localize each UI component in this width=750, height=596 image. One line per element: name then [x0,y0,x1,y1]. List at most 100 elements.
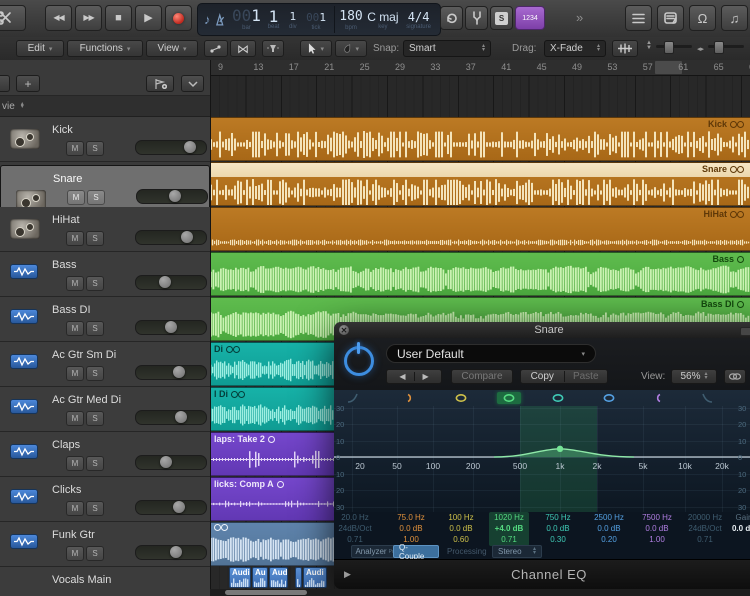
volume-slider[interactable] [135,545,207,560]
volume-slider[interactable] [135,140,207,155]
eq-band-3-freq[interactable]: 100 Hz [437,512,485,523]
processing-select[interactable]: Stereo ▴ ▾ [492,545,542,558]
region-bass[interactable]: Bass [210,252,750,296]
volume-knob[interactable] [173,366,186,378]
eq-band-7-freq[interactable]: 7500 Hz [633,512,681,523]
volume-slider[interactable] [135,230,207,245]
lcd-beat-field[interactable]: 1 beat [263,4,284,35]
volume-slider[interactable] [135,365,207,380]
play-button[interactable]: ▶ [135,5,162,31]
eq-band-6-gain[interactable]: 0.0 dB [585,523,633,534]
eq-master-gain-value[interactable]: 0.0 dB [720,523,750,534]
catch-filter-button[interactable] [262,40,284,57]
eq-band-4-freq[interactable]: 1020 Hz [485,512,533,523]
preset-select[interactable]: User Default ▾ [386,344,596,363]
volume-slider[interactable] [135,275,207,290]
eq-band-6-params[interactable]: 2500 Hz 0.0 dB 0.20 [585,512,633,545]
mute-button[interactable]: M [66,231,84,246]
eq-band-7-q[interactable]: 1.00 [633,534,681,545]
track-header-hihat[interactable]: HiHat M S [0,207,210,252]
media-browser-button[interactable]: ♫ [721,5,748,31]
cycle-button[interactable] [440,6,463,30]
audio-clip[interactable]: Audi [229,567,251,588]
lcd-div-field[interactable]: 1 div [284,4,301,35]
track-header-bass-di[interactable]: Bass DI M S [0,297,210,342]
volume-knob[interactable] [158,276,171,288]
vertical-zoom-arrows-icon[interactable]: ▲ ▼ [643,40,655,55]
eq-band-2-gain[interactable]: 0.0 dB [387,523,435,534]
audio-clip[interactable]: Au [252,567,268,588]
note-pads-button[interactable] [657,5,684,31]
eq-band-7-params[interactable]: 7500 Hz 0.0 dB 1.00 [633,512,681,545]
volume-knob[interactable] [165,321,177,333]
record-button[interactable] [165,5,192,31]
mute-button[interactable]: M [66,276,84,291]
automation-button[interactable] [204,40,228,57]
audio-clip[interactable]: Audi [303,567,327,588]
tuner-button[interactable] [465,6,488,30]
volume-slider[interactable] [136,189,208,204]
cut-tool-button[interactable] [0,5,26,31]
track-header-snare[interactable]: Snare M S [0,165,210,210]
solo-button[interactable]: S [86,321,104,336]
q-couple-button[interactable]: Q-Couple [393,543,439,561]
solo-button[interactable]: S [86,411,104,426]
eq-master-gain-params[interactable]: Gain0.0 dB [720,512,750,534]
plugin-title-bar[interactable]: ✕ Snare [334,322,750,339]
snap-select[interactable]: Smart ▴ ▾ [403,40,491,57]
region-kick[interactable]: Kick [210,117,750,161]
solo-button[interactable]: S [86,276,104,291]
eq-band-3-button[interactable] [449,392,473,404]
track-header-ac-gtr-med-di[interactable]: Ac Gtr Med Di M S [0,387,210,432]
plugin-sidechain-button[interactable] [740,327,750,336]
track-header-config-button[interactable] [181,75,204,92]
eq-band-7-button[interactable] [645,392,669,404]
mute-button[interactable]: M [66,141,84,156]
mute-button[interactable]: M [66,456,84,471]
mute-button[interactable]: M [66,546,84,561]
lcd-signature-field[interactable]: 4/4 signature [401,4,436,35]
add-track-button[interactable]: + [16,75,40,92]
pointer-tool-menu[interactable]: ▾ [300,40,332,57]
count-in-button[interactable]: 1234 [515,6,545,30]
solo-button[interactable]: S [86,501,104,516]
eq-band-6-q[interactable]: 0.20 [585,534,633,545]
track-header-funk-gtr[interactable]: Funk Gtr M S [0,522,210,567]
more-tools-chevron[interactable]: » [576,10,583,25]
preset-prev-button[interactable]: ◀ [391,372,415,381]
eq-band-1-q[interactable]: 0.71 [331,534,379,545]
lcd-display[interactable]: ♪ 001 bar 1 beat 1 div 001 tick 180 bpm [197,3,441,36]
eq-band-5-freq[interactable]: 750 Hz [534,512,582,523]
forward-button[interactable]: ▶▶ [75,5,102,31]
solo-mode-button[interactable]: S [490,6,513,30]
track-header-clicks[interactable]: Clicks M S [0,477,210,522]
volume-slider[interactable] [135,320,207,335]
track-header-bass[interactable]: Bass M S [0,252,210,297]
track-header-claps[interactable]: Claps M S [0,432,210,477]
volume-slider[interactable] [135,455,207,470]
eq-plot[interactable]: 20 50 100 200 500 1k 2k 5k 10k 20k 30 30 20 20 10 10 0 0 1… [334,404,750,512]
view-zoom-select[interactable]: 56% ▴ ▾ [671,369,717,384]
lcd-tick-field[interactable]: 001 tick [302,4,331,35]
eq-band-6-button[interactable] [597,392,621,404]
vertical-zoom-slider[interactable] [656,41,692,54]
eq-band-5-button[interactable] [546,392,570,404]
track-header-kick[interactable]: Kick M S [0,117,210,162]
eq-band-4-params[interactable]: 1020 Hz +4.0 dB 0.71 [485,512,533,545]
volume-knob[interactable] [170,546,183,558]
eq-band-1-freq[interactable]: 20.0 Hz [331,512,379,523]
compare-button[interactable]: Compare [451,369,513,384]
link-button[interactable] [724,369,746,384]
edit-menu[interactable]: Edit ▾ [16,40,64,57]
eq-band-5-q[interactable]: 0.30 [534,534,582,545]
preset-prev-next[interactable]: ◀ ▶ [386,369,442,384]
eq-band-4-gain[interactable]: +4.0 dB [485,523,533,534]
eq-band-3-gain[interactable]: 0.0 dB [437,523,485,534]
lcd-key-field[interactable]: C maj key [365,4,402,35]
eq-graph[interactable]: 20 50 100 200 500 1k 2k 5k 10k 20k 30 30 20 20 10 10 0 0 1… [334,390,750,512]
stop-button[interactable]: ■ [105,5,132,31]
view-menu[interactable]: View ▾ [146,40,198,57]
paste-button[interactable]: Paste [565,371,608,382]
region-hihat[interactable]: HiHat [210,207,750,251]
mute-button[interactable]: M [66,411,84,426]
